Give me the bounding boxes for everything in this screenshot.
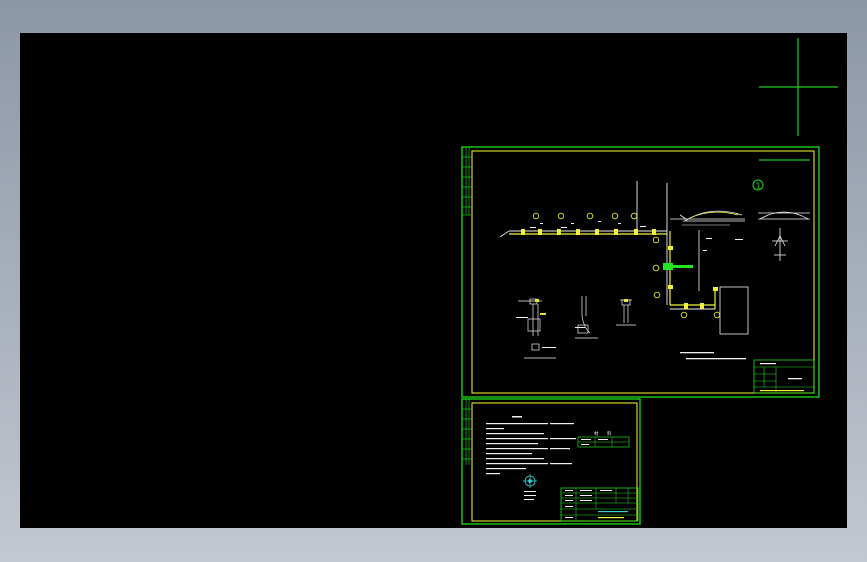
plan-notes	[516, 317, 746, 360]
drawing-sheet-plan[interactable]: 1	[461, 146, 820, 398]
material-legend-table: 材 料	[577, 430, 630, 448]
pipe-route-plan	[499, 181, 745, 310]
sheet-binding-strip-2	[462, 399, 472, 465]
svg-text:材: 材	[594, 430, 599, 437]
drawing-sheet-notes[interactable]: 材 料	[461, 398, 641, 525]
sheet-binding-strip	[462, 147, 472, 216]
plan-title-block	[753, 359, 815, 394]
svg-text:1: 1	[755, 182, 760, 191]
svg-text:料: 料	[607, 430, 612, 437]
notes-title-block	[560, 487, 639, 522]
pipe-fittings	[521, 229, 718, 309]
north-arrow-icon	[523, 474, 537, 488]
equipment-outline	[719, 286, 749, 335]
general-notes-text	[486, 416, 576, 475]
north-arrow-notes	[524, 491, 536, 500]
cad-crosshair-cursor	[759, 38, 838, 161]
cad-drawing-canvas[interactable]: 1 材 料	[20, 33, 847, 528]
cad-model-viewport[interactable]: 1 材 料	[20, 33, 847, 528]
highlighted-fitting	[663, 263, 693, 270]
dimension-ticks	[530, 221, 743, 251]
support-detail-accents	[535, 299, 628, 315]
detail-marker: 1	[752, 179, 764, 191]
